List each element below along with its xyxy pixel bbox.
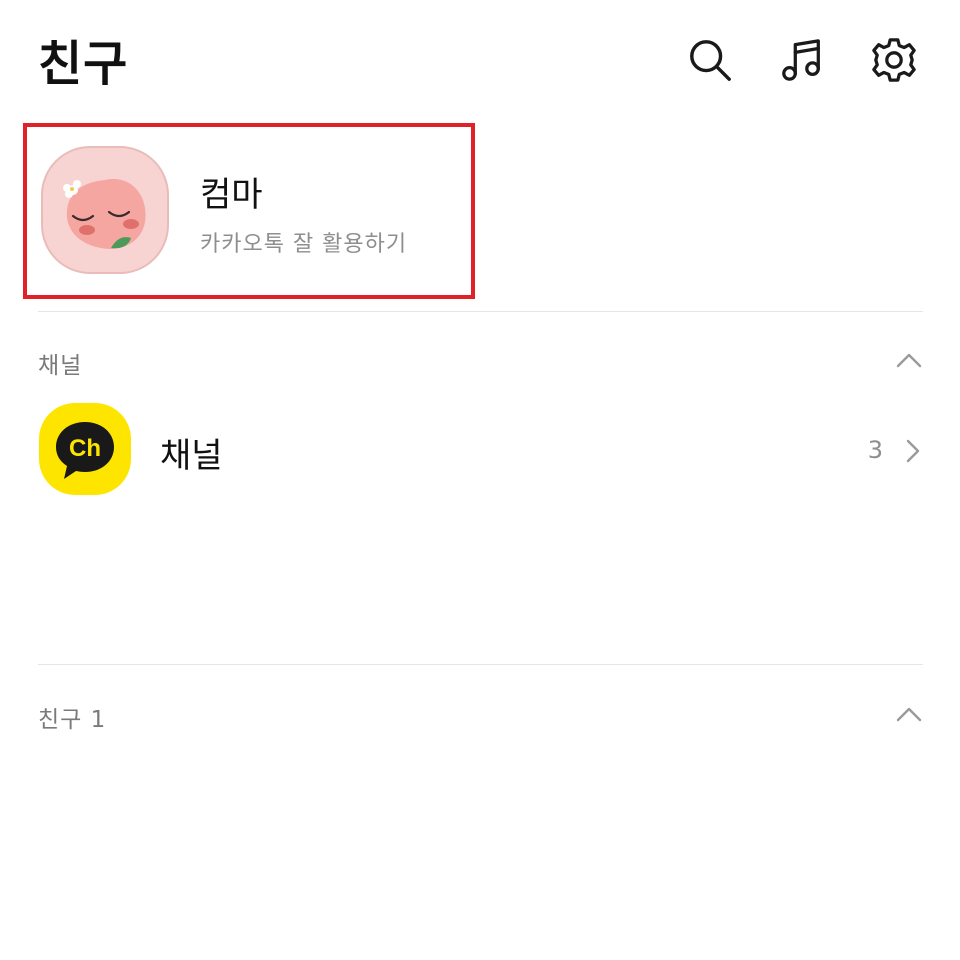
channel-section-label: 채널 [38,353,83,379]
divider [38,311,923,312]
channel-count: 3 [867,436,883,464]
chevron-up-icon[interactable] [895,702,923,726]
channel-icon: Ch [38,402,132,496]
channel-list-item[interactable]: Ch 채널 3 [38,402,923,498]
profile-name: 컴마 [200,175,263,215]
profile-status-message: 카카오톡 잘 활용하기 [200,232,408,257]
channel-icon-text: Ch [69,435,101,462]
friends-section-label: 친구 1 [38,707,107,733]
page-title: 친구 [38,36,129,92]
friends-screen: 친구 컴마 카카오톡 잘 활용하기 채널 Ch 채널 3 친구 1 [0,0,960,960]
chevron-up-icon[interactable] [895,348,923,372]
channel-label: 채널 [160,436,223,476]
music-icon[interactable] [778,36,826,84]
friends-section-header[interactable]: 친구 1 [38,694,923,734]
divider [38,664,923,665]
search-icon[interactable] [686,36,734,84]
chevron-right-icon [906,439,920,463]
header: 친구 [0,0,960,120]
profile-avatar[interactable] [39,144,171,276]
channel-section-header[interactable]: 채널 [38,340,923,380]
my-profile-card[interactable]: 컴마 카카오톡 잘 활용하기 [23,123,475,299]
gear-icon[interactable] [870,36,918,84]
